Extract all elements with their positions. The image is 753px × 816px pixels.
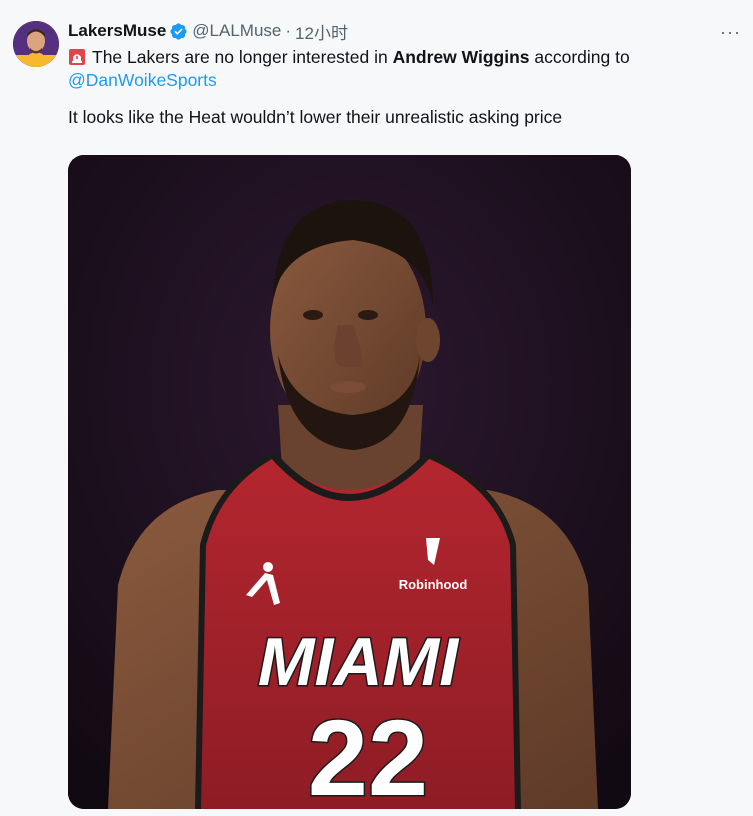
rotating-light-icon [68, 48, 86, 66]
verified-badge-icon [169, 22, 188, 41]
avatar[interactable] [13, 21, 59, 67]
display-name[interactable]: LakersMuse [68, 21, 166, 41]
jersey-number-text: 22 [308, 697, 428, 809]
tweet-text-line1-post: according to [529, 47, 630, 67]
mention-link[interactable]: @DanWoikeSports [68, 70, 217, 90]
tweet-media-photo[interactable]: Robinhood MIAMI 22 [68, 155, 631, 809]
tweet-text-bold-name: Andrew Wiggins [392, 47, 530, 67]
jersey-team-text: MIAMI [258, 624, 460, 700]
more-options-button[interactable]: ··· [720, 22, 741, 43]
sponsor-text: Robinhood [399, 577, 468, 592]
tweet-header: LakersMuse @LALMuse · 12小时 [68, 18, 737, 44]
tweet-text-line1-pre: The Lakers are no longer interested in [92, 47, 393, 67]
user-handle[interactable]: @LALMuse [192, 21, 281, 41]
player-photo: Robinhood MIAMI 22 [68, 155, 631, 809]
timestamp[interactable]: 12小时 [295, 19, 348, 44]
tweet-text: The Lakers are no longer interested in A… [68, 46, 737, 129]
tweet-card[interactable]: LakersMuse @LALMuse · 12小时 The Lakers ar… [0, 0, 753, 816]
tweet-body: LakersMuse @LALMuse · 12小时 The Lakers ar… [68, 18, 737, 129]
separator-dot: · [285, 21, 292, 40]
tweet-text-line2: It looks like the Heat wouldn’t lower th… [68, 107, 563, 127]
